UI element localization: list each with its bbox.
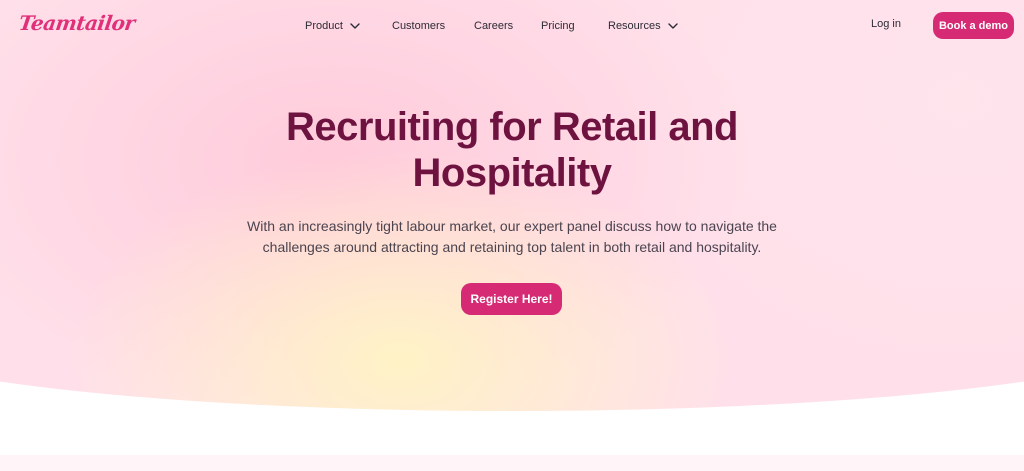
nav-item-careers[interactable]: Careers — [474, 18, 513, 34]
nav-item-label: Pricing — [541, 20, 575, 32]
chevron-down-icon — [667, 20, 679, 32]
hero-title-line-1: Recruiting for Retail and — [286, 105, 739, 149]
teamtailor-logo[interactable]: Teamtailor — [17, 11, 136, 35]
nav-item-label: Customers — [392, 20, 446, 32]
top-navigation: Teamtailor Product Customers Careers Pri… — [0, 0, 1024, 50]
chevron-down-icon — [349, 20, 361, 32]
nav-item-product[interactable]: Product — [305, 18, 361, 34]
nav-item-customers[interactable]: Customers — [392, 18, 445, 34]
nav-item-label: Product — [305, 20, 343, 32]
hero-subtitle-line-1: With an increasingly tight labour market… — [247, 218, 777, 234]
hero-subtitle: With an increasingly tight labour market… — [232, 216, 792, 258]
next-section-strip — [0, 455, 1024, 471]
nav-item-resources[interactable]: Resources — [608, 18, 679, 34]
nav-item-label: Resources — [608, 20, 661, 32]
login-link[interactable]: Log in — [871, 18, 901, 30]
book-demo-button[interactable]: Book a demo — [933, 12, 1014, 39]
page: Teamtailor Product Customers Careers Pri… — [0, 0, 1024, 471]
nav-item-label: Careers — [474, 20, 514, 32]
hero-subtitle-line-2: challenges around attracting and retaini… — [262, 239, 762, 255]
hero-title: Recruiting for Retail and Hospitality — [212, 104, 812, 196]
hero-background — [0, 0, 1024, 411]
register-button[interactable]: Register Here! — [461, 283, 562, 315]
hero-title-line-2: Hospitality — [412, 151, 612, 195]
nav-item-pricing[interactable]: Pricing — [541, 18, 575, 34]
